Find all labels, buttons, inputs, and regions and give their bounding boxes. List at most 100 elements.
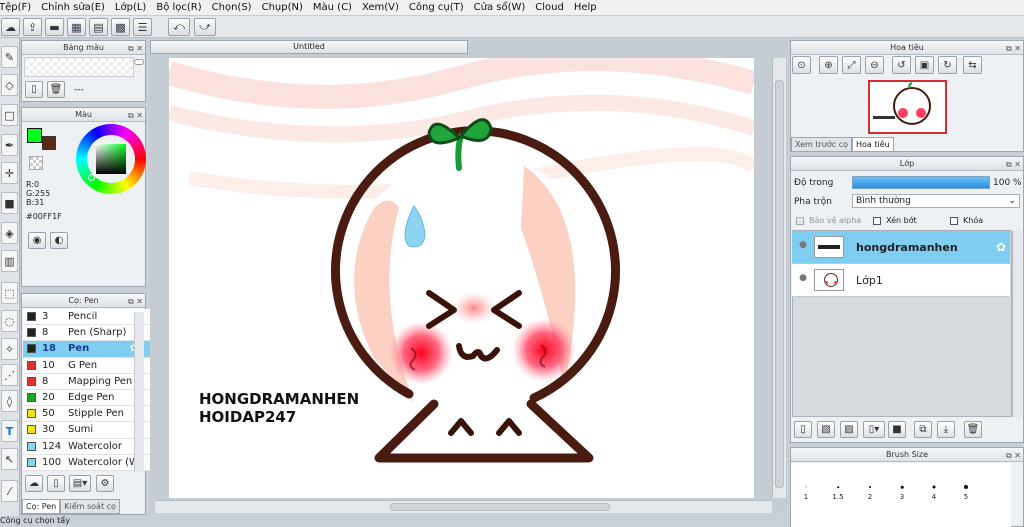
palette-swatches[interactable]	[24, 57, 134, 77]
brush-tool-icon[interactable]: ✎	[1, 46, 18, 68]
pointer-tool-icon[interactable]: ↖	[1, 448, 18, 470]
fit-window-icon[interactable]: ⤢	[842, 56, 861, 74]
rect-tool-icon[interactable]: □	[1, 104, 18, 126]
new-layer-icon[interactable]: ▯	[794, 421, 812, 438]
brush-menu-icon[interactable]: ▤▾	[69, 475, 91, 492]
text-tool-icon[interactable]: T	[1, 420, 18, 442]
layer-row-hongdramanhen[interactable]: ● hongdramanhen ✿	[792, 231, 1010, 264]
opacity-slider[interactable]	[852, 176, 990, 189]
eyedropper-tool-icon[interactable]: ⁄	[1, 480, 18, 502]
select-eraser-icon[interactable]: ◊	[1, 390, 18, 412]
tab-brush-preview[interactable]: Xem trước cọ	[791, 137, 853, 152]
canvas-vertical-thumb[interactable]	[775, 80, 784, 488]
layer-row-lop1[interactable]: ● Lớp1	[792, 264, 1010, 297]
magic-wand-icon[interactable]: ✧	[1, 338, 18, 360]
menu-item-0[interactable]: Tệp(F)	[0, 2, 36, 13]
protect-alpha-checkbox[interactable]	[796, 216, 804, 225]
panel-close-icon[interactable]: ⧉ ✕	[1006, 42, 1021, 55]
brush-size-cell[interactable]: 3	[886, 475, 918, 515]
panel-close-icon[interactable]: ⧉ ✕	[128, 295, 143, 308]
grid-icon[interactable]: ▩	[111, 18, 130, 36]
new-vector-layer-icon[interactable]: ▧	[817, 421, 835, 438]
brush-list-scrollbar[interactable]	[134, 312, 144, 472]
canvas-vertical-scrollbar[interactable]	[772, 58, 786, 498]
chat-icon[interactable]: ▬	[45, 18, 64, 36]
zoom-fit-icon[interactable]: ⊙	[792, 56, 811, 74]
brush-cloud-icon[interactable]: ☁	[25, 475, 43, 492]
rotate-left-icon[interactable]: ↺	[892, 56, 911, 74]
hue-handle[interactable]	[88, 174, 95, 181]
lasso-tool-icon[interactable]: ◌	[1, 310, 18, 332]
new-halftone-layer-icon[interactable]: ▨	[840, 421, 858, 438]
tab-brush[interactable]: Cọ: Pen	[22, 499, 61, 514]
cloud-icon[interactable]: ☁	[1, 18, 20, 36]
export-icon[interactable]: ⇪	[23, 18, 42, 36]
reset-view-icon[interactable]: ▣	[915, 56, 934, 74]
menu-item-3[interactable]: Bộ lọc(R)	[151, 2, 206, 13]
menu-item-6[interactable]: Màu (C)	[308, 2, 357, 13]
gear-icon[interactable]: ✿	[996, 240, 1006, 254]
settings-list-icon[interactable]: ☰	[133, 18, 152, 36]
comic-icon[interactable]: ▦	[67, 18, 86, 36]
panel-close-icon[interactable]: ⧉ ✕	[1006, 158, 1021, 171]
menu-item-4[interactable]: Chọn(S)	[207, 2, 257, 13]
brush-settings-icon[interactable]: ⚙	[96, 475, 114, 492]
page-icon[interactable]: ▤	[89, 18, 108, 36]
panel-close-icon[interactable]: ⧉ ✕	[128, 109, 143, 122]
lock-option[interactable]: Khóa	[950, 216, 983, 225]
palette-scroll-handle[interactable]	[134, 59, 144, 65]
zoom-out-icon[interactable]: ⊖	[865, 56, 884, 74]
new-palette-icon[interactable]: ▯	[25, 81, 43, 98]
blend-mode-select[interactable]: Bình thường ⌄	[852, 194, 1020, 208]
visibility-icon[interactable]: ●	[796, 240, 810, 254]
hue-wheel[interactable]	[76, 124, 146, 194]
menu-item-2[interactable]: Lớp(L)	[110, 2, 151, 13]
bucket-tool-icon[interactable]: ◈	[1, 222, 18, 244]
brush-size-cell[interactable]: 1.5	[822, 475, 854, 515]
rotate-right-icon[interactable]: ↻	[938, 56, 957, 74]
menu-item-7[interactable]: Xem(V)	[357, 2, 404, 13]
menu-item-10[interactable]: Cloud	[530, 2, 569, 13]
merge-layer-icon[interactable]: ⤓	[937, 421, 955, 438]
menu-item-8[interactable]: Công cụ(T)	[404, 2, 469, 13]
sub-color-swatch[interactable]	[42, 136, 56, 150]
main-color-swatch[interactable]	[27, 128, 42, 143]
menu-item-5[interactable]: Chụp(N)	[257, 2, 308, 13]
eraser-tool-icon[interactable]: ◇	[1, 74, 18, 96]
redo-icon[interactable]: ⤻	[194, 18, 216, 36]
navigator-preview[interactable]	[868, 80, 947, 134]
select-rect-icon[interactable]: ⬚	[1, 282, 18, 304]
flip-icon[interactable]: ⇆	[963, 56, 982, 74]
drawing-canvas[interactable]: HONGDRAMANHEN HOIDAP247	[169, 58, 754, 498]
brush-size-cell[interactable]: 5	[950, 475, 982, 515]
undo-icon[interactable]: ⤺	[168, 18, 190, 36]
panel-close-icon[interactable]: ⧉ ✕	[128, 42, 143, 55]
transparent-color-swatch[interactable]	[29, 156, 43, 170]
document-tab[interactable]: Untitled	[150, 40, 468, 54]
canvas-horizontal-scrollbar[interactable]	[155, 500, 772, 513]
tab-brush-control[interactable]: Kiểm soát cọ	[60, 499, 120, 514]
menu-item-1[interactable]: Chỉnh sửa(E)	[36, 2, 110, 13]
new-layer-menu-icon[interactable]: ▯▾	[863, 421, 885, 438]
clipping-option[interactable]: Xén bớt	[873, 216, 917, 225]
pen-tool-icon[interactable]: ✒	[1, 134, 18, 156]
protect-alpha-option[interactable]: Bảo vệ alpha	[796, 216, 861, 225]
new-folder-icon[interactable]: ■	[888, 421, 906, 438]
tab-navigator[interactable]: Hoa tiêu	[852, 137, 894, 152]
visibility-icon[interactable]: ●	[796, 273, 810, 287]
color-settings-icon[interactable]: ◐	[50, 232, 68, 249]
new-brush-icon[interactable]: ▯	[47, 475, 65, 492]
brush-size-cell[interactable]: 1	[790, 475, 822, 515]
lock-checkbox[interactable]	[950, 216, 958, 225]
brush-size-cell[interactable]: 2	[854, 475, 886, 515]
brush-size-cell[interactable]: 4	[918, 475, 950, 515]
color-wheel-mode-icon[interactable]: ◉	[28, 232, 46, 249]
menu-item-9[interactable]: Cửa sổ(W)	[469, 2, 531, 13]
duplicate-layer-icon[interactable]: ⧉	[914, 421, 932, 438]
delete-layer-icon[interactable]: 🗑	[964, 421, 982, 438]
saturation-square[interactable]	[96, 144, 126, 174]
move-tool-icon[interactable]: ✛	[1, 162, 18, 184]
clipping-checkbox[interactable]	[873, 216, 881, 225]
select-pen-icon[interactable]: ⋰	[1, 364, 18, 386]
layer-list-scrollbar[interactable]	[1012, 231, 1022, 417]
